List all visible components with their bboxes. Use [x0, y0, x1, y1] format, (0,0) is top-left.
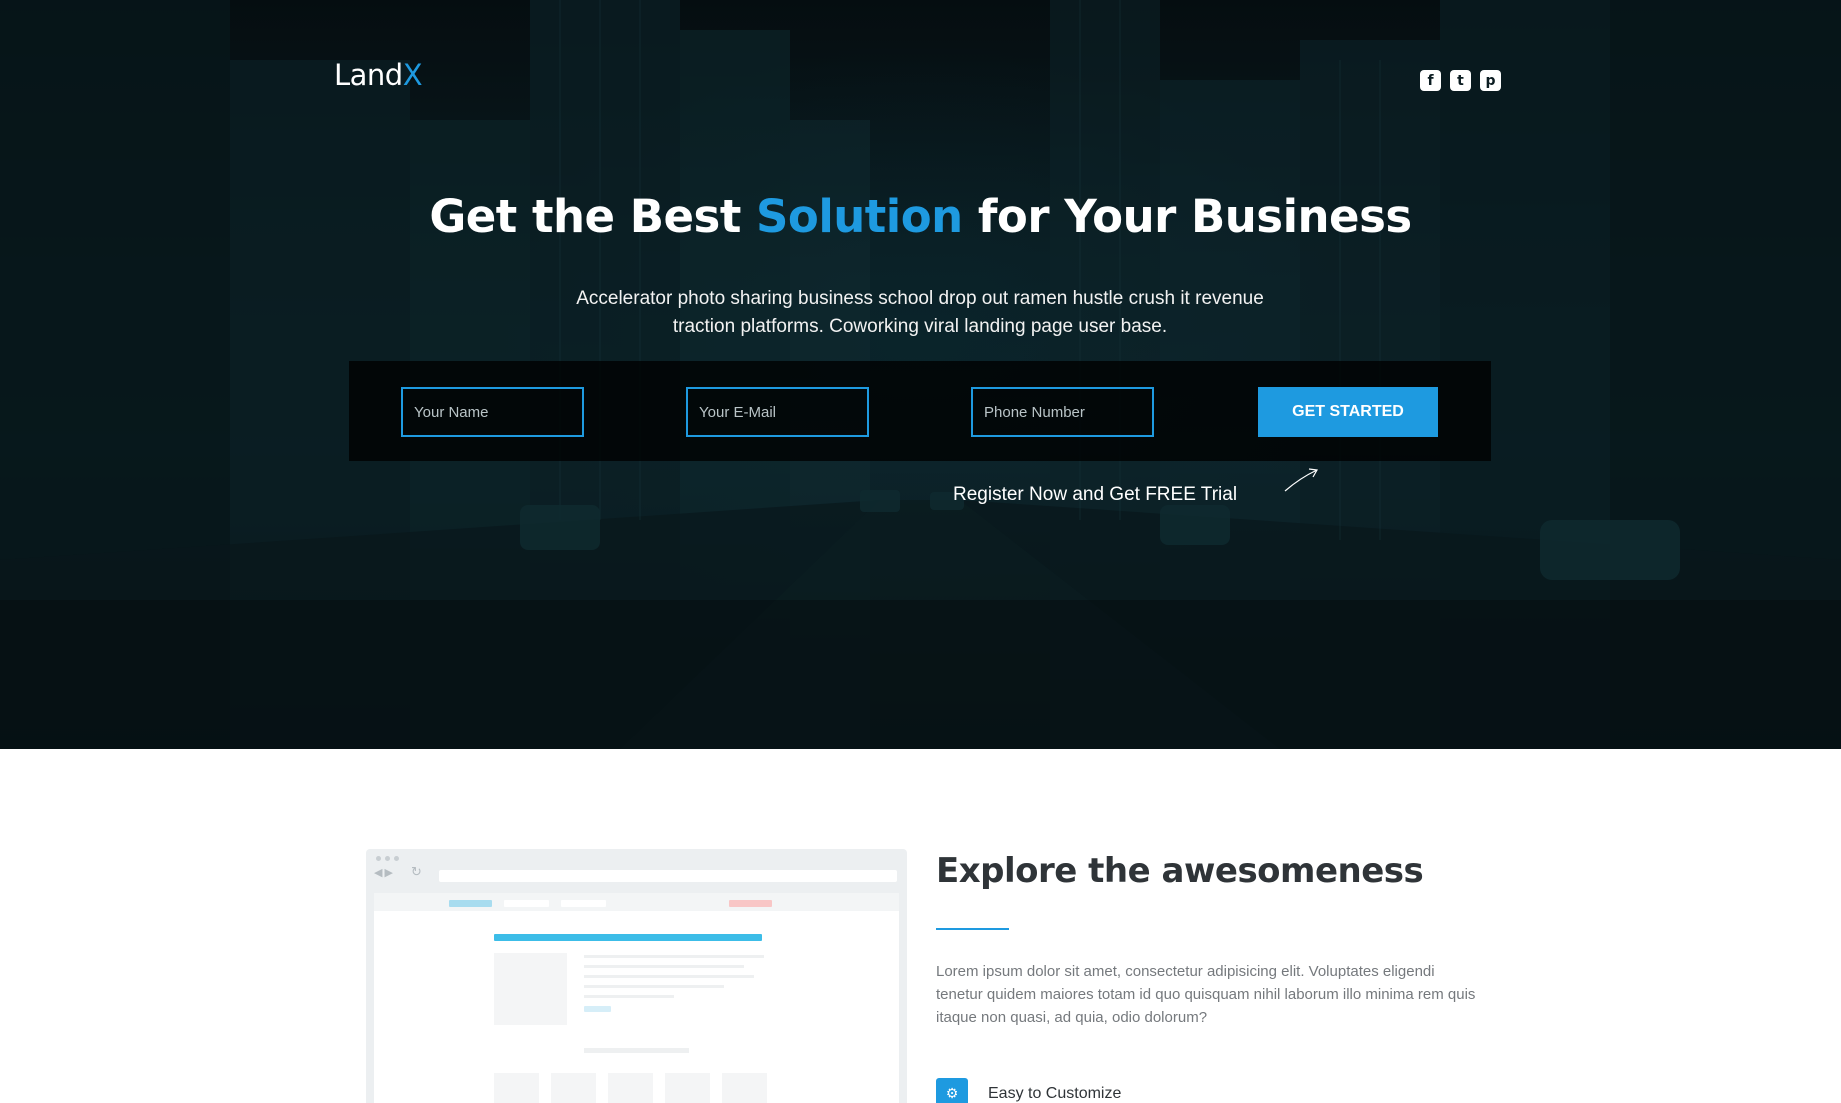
logo-accent: X [402, 58, 423, 92]
mockup-text-line [584, 975, 754, 978]
logo[interactable]: LandX [334, 58, 423, 92]
facebook-icon[interactable]: f [1420, 70, 1441, 91]
mockup-caption [584, 1048, 689, 1053]
mockup-text-line [584, 955, 764, 958]
logo-text: Land [334, 58, 403, 92]
mockup-image-block [494, 953, 567, 1025]
get-started-button[interactable]: GET STARTED [1258, 387, 1438, 437]
url-bar [439, 870, 897, 882]
nav-arrows-icon: ◀▶ [374, 866, 395, 879]
title-divider [936, 928, 1009, 930]
email-input[interactable] [686, 387, 869, 437]
hero-section: LandX f t p Get the Best Solution for Yo… [0, 0, 1841, 749]
gear-icon: ⚙ [936, 1078, 968, 1103]
trial-note: Register Now and Get FREE Trial [953, 484, 1238, 505]
phone-input[interactable] [971, 387, 1154, 437]
arrow-icon [1284, 468, 1318, 492]
mockup-tile [665, 1073, 710, 1103]
social-links: f t p [1420, 70, 1501, 91]
mockup-page [374, 893, 899, 1103]
mockup-text-line [584, 985, 724, 988]
browser-mockup-illustration: ◀▶ ↻ [366, 849, 907, 1103]
signup-form: GET STARTED [349, 361, 1491, 461]
hero-headline: Get the Best Solution for Your Business [0, 190, 1841, 243]
feature-item: ⚙ Easy to Customize [936, 1078, 1121, 1103]
mockup-tile [722, 1073, 767, 1103]
headline-pre: Get the Best [429, 190, 756, 243]
mockup-menu-item [729, 900, 772, 907]
reload-icon: ↻ [411, 865, 422, 880]
twitter-icon[interactable]: t [1450, 70, 1471, 91]
mockup-text-line [584, 995, 674, 998]
mockup-menu-item [561, 900, 606, 907]
mockup-menu-item [504, 900, 549, 907]
mockup-tile [494, 1073, 539, 1103]
section-title: Explore the awesomeness [936, 851, 1424, 891]
mockup-tile [608, 1073, 653, 1103]
mockup-text-line [584, 965, 744, 968]
section-body: Lorem ipsum dolor sit amet, consectetur … [936, 963, 1476, 1026]
headline-post: for Your Business [962, 190, 1412, 243]
mockup-heading-bar [494, 934, 762, 941]
mockup-link [584, 1006, 611, 1012]
name-input[interactable] [401, 387, 584, 437]
mockup-tile [551, 1073, 596, 1103]
headline-accent: Solution [756, 190, 963, 243]
window-dots [376, 856, 399, 861]
pinterest-icon[interactable]: p [1480, 70, 1501, 91]
mockup-menu-item [449, 900, 492, 907]
hero-subtext: Accelerator photo sharing business schoo… [576, 288, 1264, 337]
feature-label: Easy to Customize [988, 1085, 1122, 1102]
